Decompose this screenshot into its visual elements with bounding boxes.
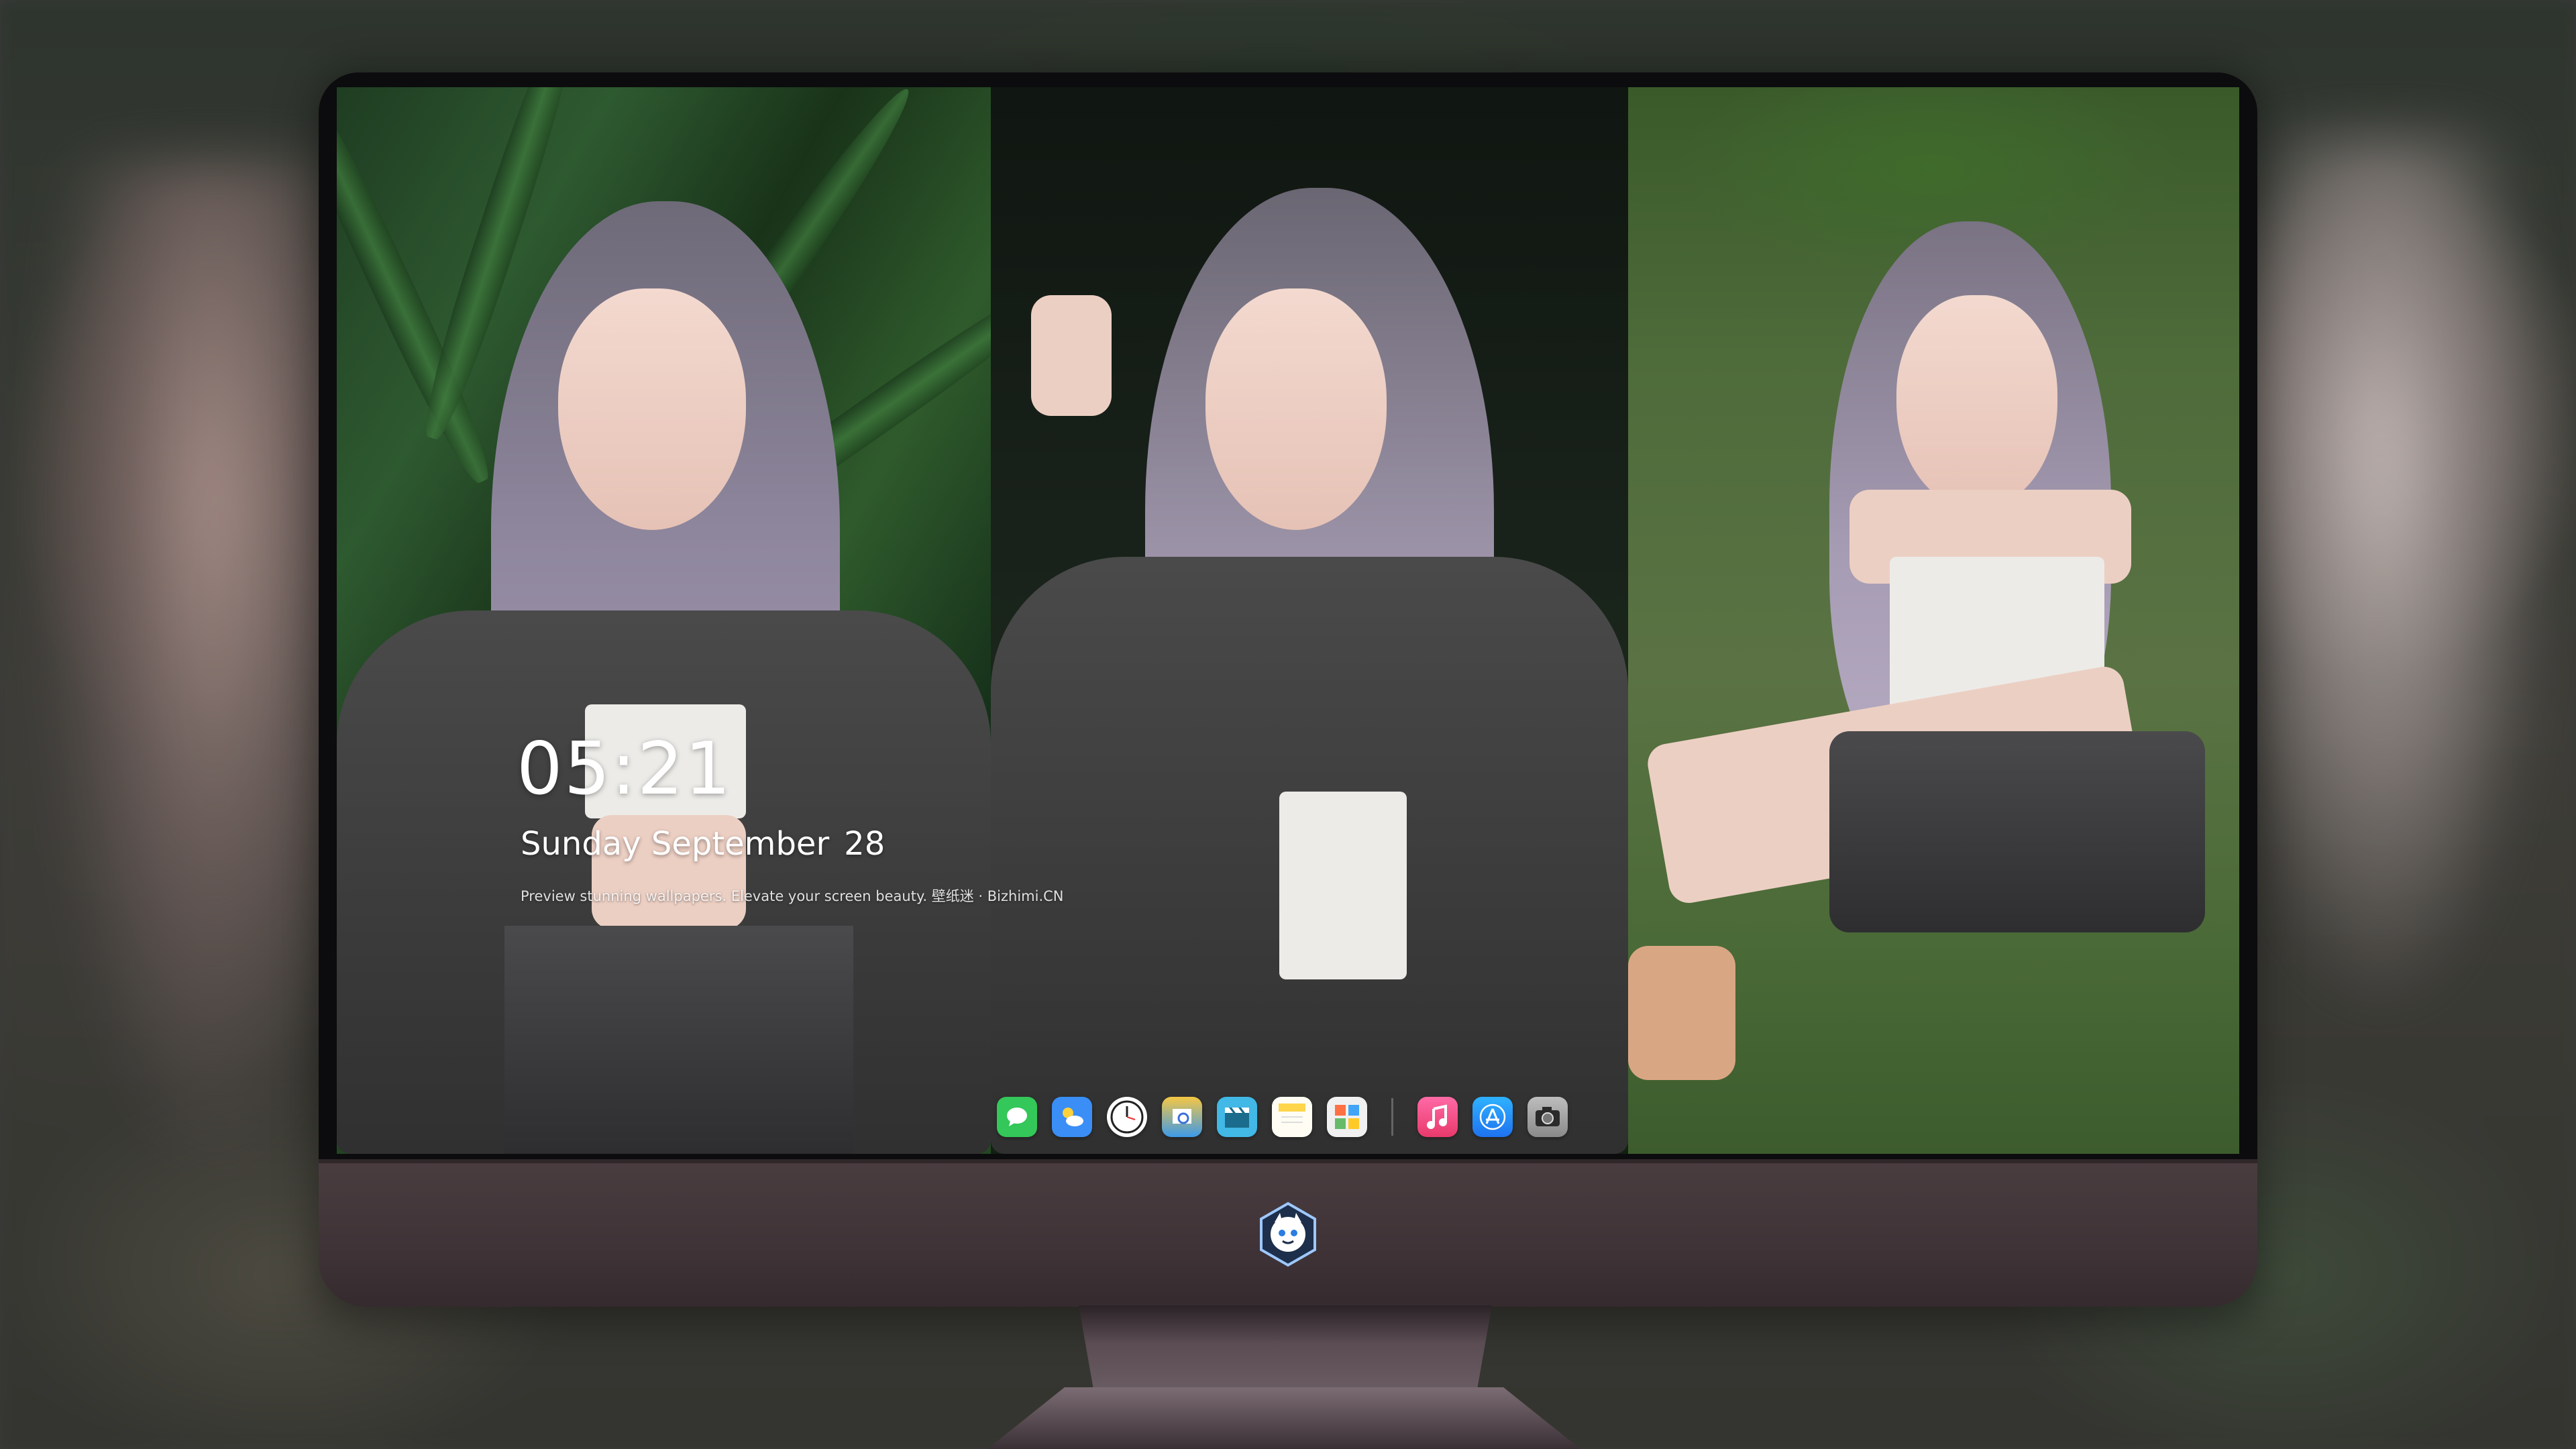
monitor-stand-base	[987, 1387, 1580, 1449]
dock-separator	[1391, 1098, 1393, 1136]
blurred-backdrop-figure-right	[2214, 134, 2549, 1006]
clips-icon[interactable]	[1217, 1097, 1257, 1137]
wallpaper-panel-right	[1628, 87, 2239, 1154]
lock-screen-date-text: Sunday September	[521, 825, 830, 863]
lock-screen-date: Sunday September 28	[521, 825, 885, 863]
mascot-logo-icon	[1260, 1201, 1316, 1267]
monitor-stand-neck	[1079, 1305, 1492, 1399]
wallpaper-caption: Preview stunning wallpapers. Elevate you…	[521, 888, 1064, 904]
wallpaper-panel-middle	[991, 87, 1628, 1154]
music-icon[interactable]	[1417, 1097, 1458, 1137]
app-store-icon[interactable]	[1472, 1097, 1513, 1137]
clock-icon[interactable]	[1107, 1097, 1147, 1137]
preview-icon[interactable]	[1162, 1097, 1202, 1137]
messages-icon[interactable]	[997, 1097, 1037, 1137]
notes-icon[interactable]	[1272, 1097, 1312, 1137]
camera-icon[interactable]	[1527, 1097, 1568, 1137]
lock-screen-clock: 05:21	[517, 727, 733, 811]
lock-screen-date-day: 28	[844, 825, 885, 863]
app-dock	[985, 1083, 1597, 1150]
photo-grid-icon[interactable]	[1327, 1097, 1367, 1137]
monitor-screen	[337, 87, 2239, 1154]
wallpaper-panel-left	[337, 87, 991, 1154]
weather-icon[interactable]	[1052, 1097, 1092, 1137]
